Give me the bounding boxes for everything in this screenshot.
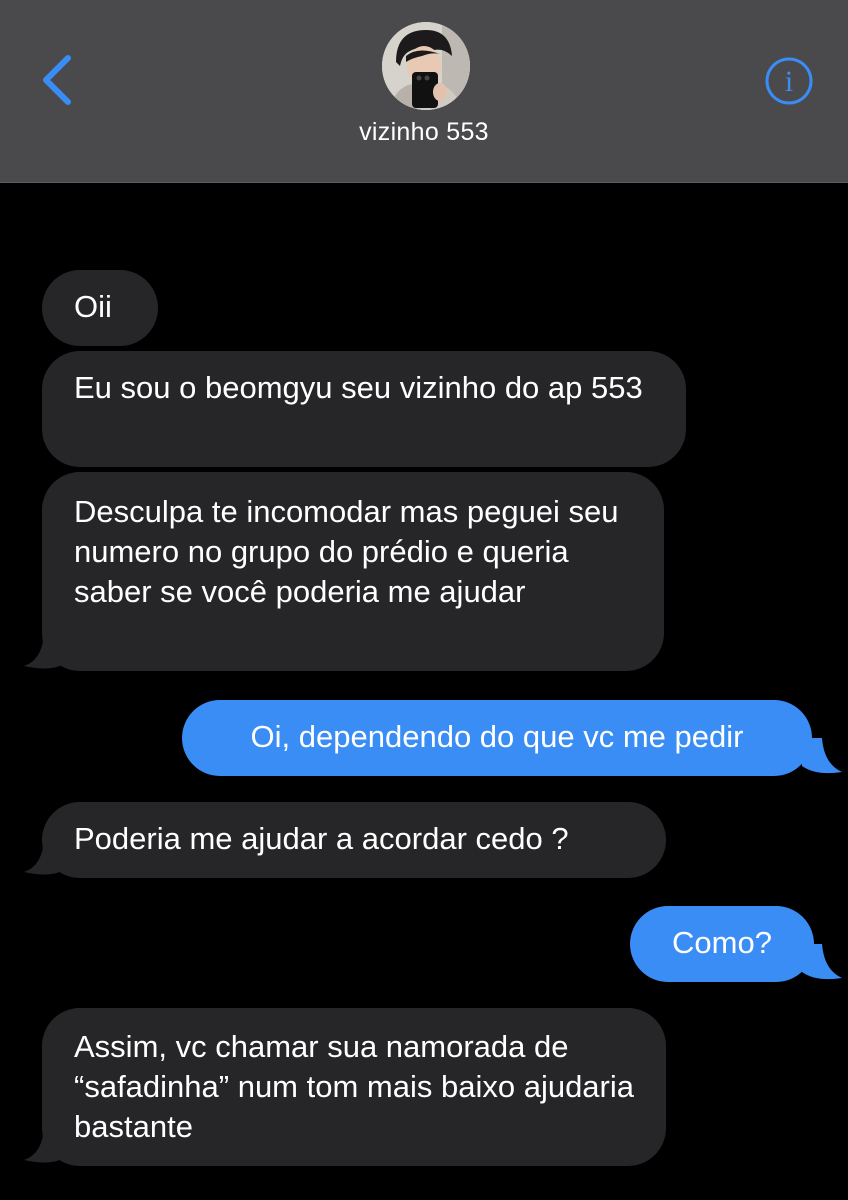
avatar-photo-icon xyxy=(382,22,470,110)
info-button[interactable]: i xyxy=(764,56,814,106)
message-bubble-outgoing[interactable]: Oi, dependendo do que vc me pedir xyxy=(182,700,812,776)
message-bubble-incoming[interactable]: Assim, vc chamar sua namorada de “safadi… xyxy=(42,1008,666,1166)
chevron-left-icon xyxy=(43,55,71,105)
bubble-tail xyxy=(802,738,842,774)
message-bubble-incoming[interactable]: Eu sou o beomgyu seu vizinho do ap 553 xyxy=(42,351,686,467)
bubble-tail xyxy=(24,634,64,669)
conversation-header: vizinho 553 i xyxy=(0,0,848,183)
bubble-tail xyxy=(24,840,64,875)
message-bubble-incoming[interactable]: Oii xyxy=(42,270,158,346)
message-bubble-outgoing[interactable]: Como? xyxy=(630,906,814,982)
message-bubble-incoming[interactable]: Desculpa te incomodar mas peguei seu num… xyxy=(42,472,664,671)
bubble-tail xyxy=(24,1128,64,1163)
bubble-tail xyxy=(802,944,842,980)
svg-text:i: i xyxy=(785,65,793,98)
back-button[interactable] xyxy=(36,52,80,108)
message-bubble-incoming[interactable]: Poderia me ajudar a acordar cedo ? xyxy=(42,802,666,878)
contact-name[interactable]: vizinho 553 xyxy=(0,118,848,147)
info-icon: i xyxy=(765,57,813,105)
contact-avatar[interactable] xyxy=(382,22,470,110)
